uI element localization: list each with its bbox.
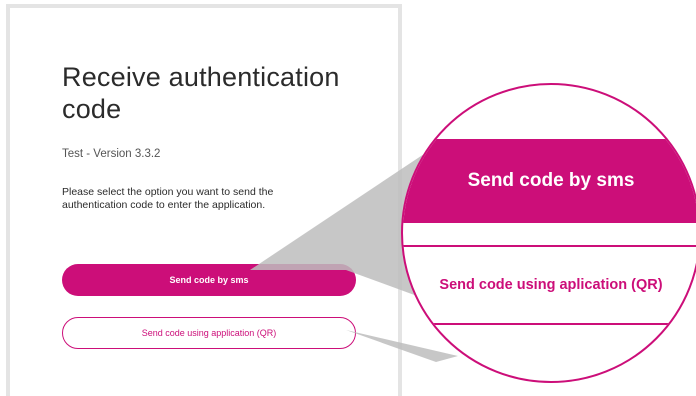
send-sms-button[interactable]: Send code by sms bbox=[62, 264, 356, 296]
zoomed-qr-button: Send code using aplication (QR) bbox=[439, 277, 663, 293]
zoom-magnifier: Send code by sms Send code using aplicat… bbox=[401, 83, 696, 383]
zoom-divider bbox=[403, 323, 696, 325]
auth-card: Receive authentication code Test - Versi… bbox=[6, 4, 402, 396]
page-title: Receive authentication code bbox=[62, 62, 340, 124]
version-label: Test - Version 3.3.2 bbox=[62, 148, 161, 160]
zoomed-sms-button: Send code by sms bbox=[403, 139, 696, 223]
screenshot-stage: Receive authentication code Test - Versi… bbox=[0, 0, 696, 396]
instructions-text: Please select the option you want to sen… bbox=[62, 186, 274, 211]
send-qr-button[interactable]: Send code using application (QR) bbox=[62, 317, 356, 349]
